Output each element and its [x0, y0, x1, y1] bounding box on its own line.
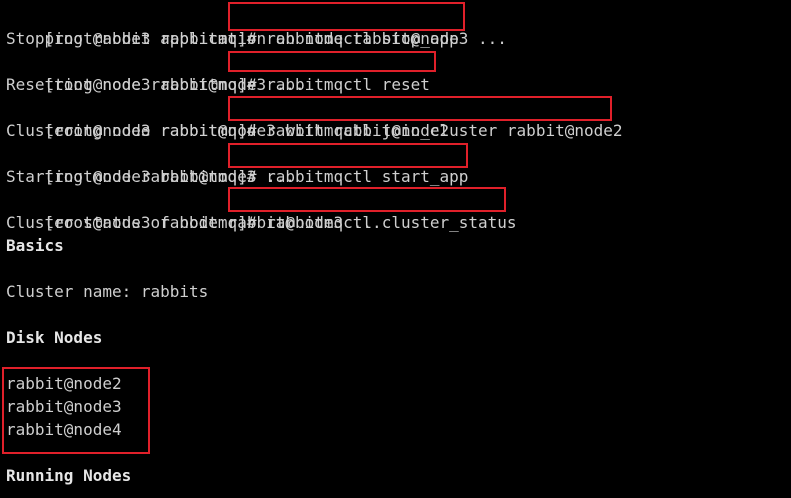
highlight-box-reset: [228, 51, 436, 72]
command-start-app: rabbitmqctl start_app: [266, 167, 469, 186]
terminal-window[interactable]: [root@node3 rabbitmq]# rabbitmqctl stop_…: [0, 0, 791, 498]
highlight-box-disk-nodes: [2, 367, 150, 454]
highlight-box-stop-app: [228, 2, 465, 31]
cluster-name-line: Cluster name: rabbits: [6, 282, 209, 301]
highlight-box-join-cluster: [228, 96, 612, 121]
disk-nodes-heading: Disk Nodes: [6, 328, 103, 347]
output-join-cluster: Clustering node rabbit@node3 with rabbit…: [6, 121, 450, 140]
basics-heading: Basics: [6, 236, 64, 255]
output-cluster-status: Cluster status of node rabbit@node3 ...: [6, 213, 382, 232]
output-reset: Resetting node rabbit@node3 ...: [6, 75, 305, 94]
highlight-box-cluster-status: [228, 187, 506, 212]
output-start-app: Starting node rabbit@node3 ...: [6, 167, 295, 186]
running-nodes-heading: Running Nodes: [6, 466, 132, 485]
highlight-box-start-app: [228, 143, 468, 168]
